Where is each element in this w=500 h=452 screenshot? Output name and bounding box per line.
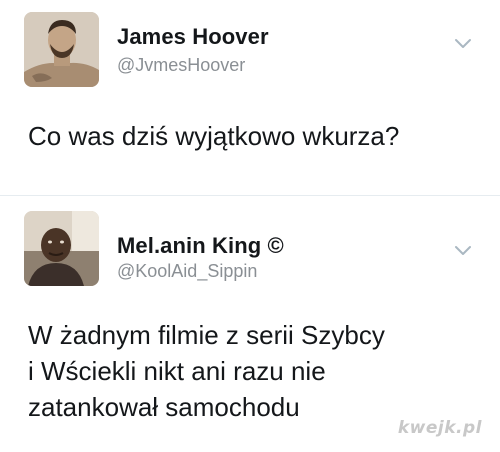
avatar[interactable] xyxy=(24,12,99,87)
tweet-card: James Hoover @JvmesHoover Co was dziś wy… xyxy=(0,0,500,195)
author-handle[interactable]: @JvmesHoover xyxy=(117,55,245,76)
chevron-down-icon[interactable] xyxy=(454,38,472,50)
tweet-text-line: W żadnym filmie z serii Szybcy xyxy=(28,320,385,350)
tweet-text-line: zatankował samochodu xyxy=(28,392,300,422)
tweet-text: W żadnym filmie z serii Szybcy i Wściekl… xyxy=(28,317,385,425)
tweet-card: Mel.anin King © @KoolAid_Sippin W żadnym… xyxy=(0,195,500,452)
author-name[interactable]: James Hoover xyxy=(117,24,269,50)
profile-photo-icon xyxy=(24,211,99,286)
tweet-text-line: Co was dziś wyjątkowo wkurza? xyxy=(28,121,400,151)
tweet-text: Co was dziś wyjątkowo wkurza? xyxy=(28,118,399,154)
tweet-text-line: i Wściekli nikt ani razu nie xyxy=(28,356,326,386)
author-name[interactable]: Mel.anin King © xyxy=(117,233,284,259)
profile-photo-icon xyxy=(24,12,99,87)
chevron-down-icon[interactable] xyxy=(454,245,472,257)
avatar[interactable] xyxy=(24,211,99,286)
watermark: kwejk.pl xyxy=(397,418,482,438)
author-handle[interactable]: @KoolAid_Sippin xyxy=(117,261,257,282)
